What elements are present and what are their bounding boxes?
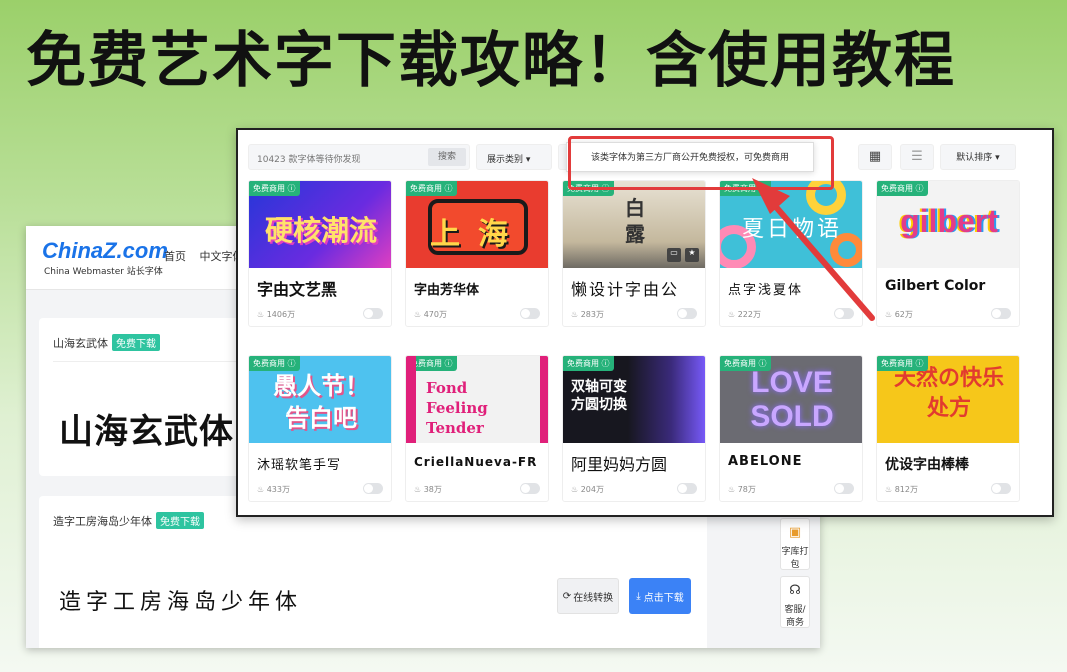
- arrow-shaft: [767, 197, 875, 321]
- annotation-arrow: [752, 178, 875, 321]
- arrow-head: [752, 178, 790, 214]
